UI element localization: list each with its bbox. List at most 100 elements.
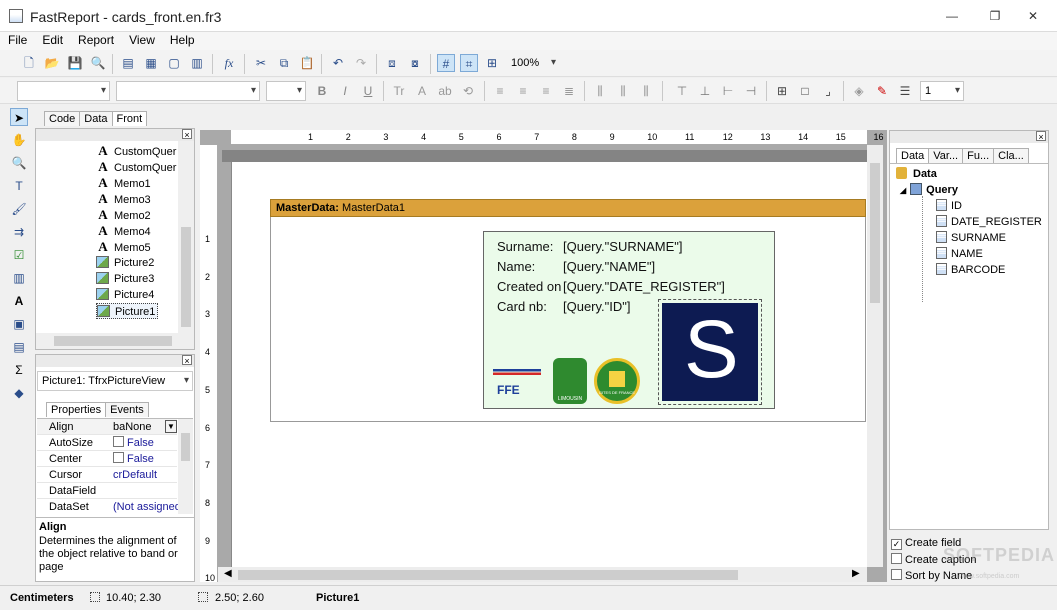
checkbox-icon[interactable] [891,569,902,580]
tab-code[interactable]: Code [44,111,81,126]
scroll-thumb[interactable] [238,570,738,580]
preview-icon[interactable]: 🔍 [89,54,107,72]
close-icon[interactable]: ✕ [1020,6,1046,26]
align-right-icon[interactable]: ≡ [537,82,555,100]
scroll-thumb[interactable] [870,163,880,303]
tree-item[interactable]: A CustomQuer [96,143,176,159]
save-icon[interactable]: 💾 [66,54,84,72]
tree-item[interactable]: Picture4 [96,287,154,303]
gites-de-france-logo[interactable]: GITES DE FRANCE [594,358,640,404]
tree-hscrollbar[interactable] [36,333,194,349]
units-label[interactable]: Centimeters [10,592,74,604]
selection-handles[interactable] [658,299,762,405]
delete-page-icon[interactable]: ▢ [165,54,183,72]
frame-top-icon[interactable]: ⊤ [673,82,691,100]
tree-item[interactable]: A Memo4 [96,223,150,239]
sum-object-icon[interactable]: Σ [10,361,28,379]
frame-right-icon[interactable]: ⊣ [742,82,760,100]
tree-item[interactable]: A CustomQuer [96,159,176,175]
masterdata-band-header[interactable]: MasterData: MasterData1 [270,199,866,217]
property-row[interactable]: DataField [37,483,177,499]
menu-view[interactable]: View [121,32,162,47]
font-settings-icon[interactable]: Tr [390,82,408,100]
frame-left-icon[interactable]: ⊢ [719,82,737,100]
tree-item-selected[interactable]: Picture1 [96,303,159,319]
new-icon[interactable]: 🗋 [20,54,38,72]
redo-icon[interactable]: ↷ [352,54,370,72]
align-center-icon[interactable]: ≡ [514,82,532,100]
scroll-thumb[interactable] [54,336,172,346]
limousin-logo[interactable]: LIMOUSIN [553,358,587,404]
tree-item[interactable]: A Memo5 [96,239,150,255]
query-node[interactable]: ◢ Query [900,182,958,198]
tree-vscrollbar[interactable] [178,141,194,335]
property-row[interactable]: Cursor crDefault [37,467,177,483]
highlight-icon[interactable]: ab [436,82,454,100]
format-painter-icon[interactable]: 🖌 [10,200,28,218]
frame-bottom-icon[interactable]: ⊥ [696,82,714,100]
copy-icon[interactable]: ⧉ [275,54,293,72]
frame-color-icon[interactable]: ✎ [873,82,891,100]
subreport-object-icon[interactable]: ▤ [10,338,28,356]
function-icon[interactable]: fx [220,54,238,72]
hand-tool-icon[interactable]: ✋ [10,131,28,149]
collapse-icon[interactable]: ◢ [900,186,906,195]
style-combo[interactable] [17,81,110,101]
property-row[interactable]: Align baNone ▼ [37,419,177,435]
tree-item[interactable]: Picture2 [96,255,154,271]
tree-item[interactable]: Picture3 [96,271,154,287]
checkbox-object-icon[interactable]: ☑ [10,246,28,264]
property-row[interactable]: DataSet (Not assigned [37,499,181,514]
frame-none-icon[interactable]: □ [796,82,814,100]
underline-icon[interactable]: U [359,82,377,100]
undo-icon[interactable]: ↶ [329,54,347,72]
minimize-icon[interactable]: — [939,6,965,26]
align-top-icon[interactable]: ⫼ [591,82,609,100]
surname-field[interactable]: [Query."SURNAME"] [563,239,683,254]
menu-help[interactable]: Help [162,32,202,47]
font-size-combo[interactable] [266,81,306,101]
zoom-combo[interactable]: 100% [507,54,559,74]
checkbox-icon[interactable] [891,553,902,564]
frame-all-icon[interactable]: ⊞ [773,82,791,100]
tab-events[interactable]: Events [105,402,149,417]
dropdown-icon[interactable]: ▼ [165,420,177,433]
field-item[interactable]: SURNAME [936,230,1006,246]
close-panel-icon[interactable]: × [182,355,192,366]
property-scrollbar[interactable] [178,419,193,514]
align-bottom-icon[interactable]: ⫼ [637,82,655,100]
tree-item[interactable]: A Memo1 [96,175,150,191]
field-item[interactable]: NAME [936,246,983,262]
data-root[interactable]: Data [896,166,937,182]
tab-data[interactable]: Data [79,111,113,126]
rotation-icon[interactable]: ⟲ [459,82,477,100]
more-objects-icon[interactable]: ◆ [10,384,28,402]
property-row[interactable]: AutoSize False [37,435,177,451]
italic-icon[interactable]: I [336,82,354,100]
bold-icon[interactable]: B [313,82,331,100]
page-settings-icon[interactable]: ▥ [188,54,206,72]
tree-item[interactable]: A Memo2 [96,207,150,223]
band-insert-icon[interactable]: ⇉ [10,223,28,241]
picture-object-icon[interactable]: ▣ [10,315,28,333]
scroll-thumb[interactable] [181,227,191,327]
menu-report[interactable]: Report [70,32,121,47]
restore-icon[interactable]: ❐ [982,6,1008,26]
fit-to-grid-icon[interactable]: ⊞ [483,54,501,72]
name-label[interactable]: Name: [497,259,535,274]
fill-color-icon[interactable]: ◈ [850,82,868,100]
field-item[interactable]: ID [936,198,962,214]
justify-icon[interactable]: ≣ [560,82,578,100]
align-middle-icon[interactable]: ⫼ [614,82,632,100]
tab-classes[interactable]: Cla... [993,148,1029,163]
design-vscrollbar[interactable] [867,145,883,567]
scroll-right-icon[interactable]: ▶ [852,568,860,579]
show-grid-icon[interactable]: # [437,54,455,72]
close-panel-icon[interactable]: × [182,129,192,140]
checkbox-icon[interactable] [113,436,124,447]
ungroup-icon[interactable]: ⧇ [406,54,424,72]
group-icon[interactable]: ⧈ [383,54,401,72]
cut-icon[interactable]: ✂ [252,54,270,72]
menu-edit[interactable]: Edit [34,32,70,47]
property-row[interactable]: Center False [37,451,177,467]
